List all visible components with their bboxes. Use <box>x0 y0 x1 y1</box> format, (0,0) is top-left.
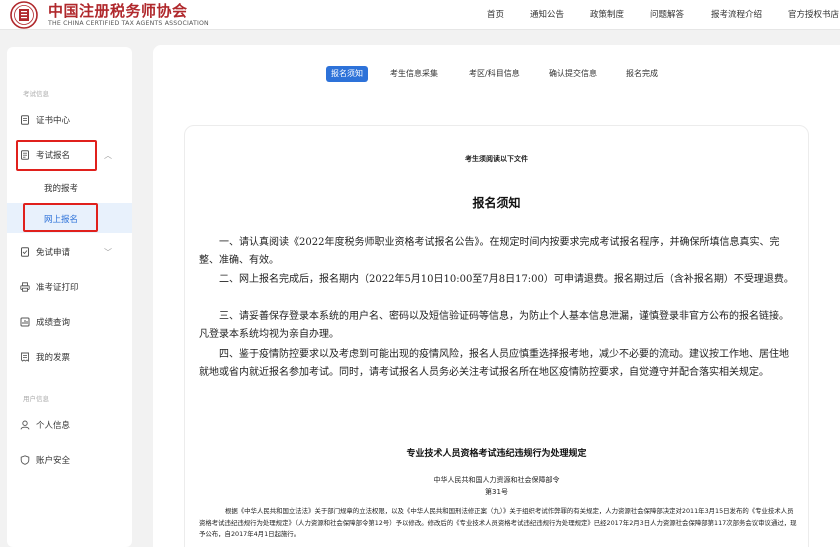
highlight-box-online-register <box>23 203 98 232</box>
nav-home[interactable]: 首页 <box>487 8 504 20</box>
notice-document: 考生须阅读以下文件 报名须知 一、请认真阅读《2022年度税务师职业资格考试报名… <box>184 125 809 547</box>
nav-process[interactable]: 报考流程介绍 <box>711 8 762 20</box>
tab-complete[interactable]: 报名完成 <box>621 66 663 82</box>
sidebar-item-label: 准考证打印 <box>36 283 79 293</box>
notice-paragraph: 三、请妥善保存登录本系统的用户名、密码以及短信验证码等信息，为防止个人基本信息泄… <box>199 311 789 340</box>
notice-paragraph: 四、鉴于疫情防控要求以及考虑到可能出现的疫情风险，报名人员应慎重选择报考地，减少… <box>199 349 789 378</box>
exemption-icon <box>20 247 30 257</box>
tab-candidate-info[interactable]: 考生信息采集 <box>385 66 443 82</box>
notice-paragraph: 二、网上报名完成后，报名期内（2022年5月10日10:00至7月8日17:00… <box>219 274 794 285</box>
tab-confirm-submit[interactable]: 确认提交信息 <box>544 66 602 82</box>
user-icon <box>20 420 30 430</box>
rule-issuer: 中华人民共和国人力资源和社会保障部令 <box>433 476 560 484</box>
invoice-icon <box>20 352 30 362</box>
shield-icon <box>20 455 30 465</box>
certificate-icon <box>20 115 30 125</box>
sidebar-item-my-invoice[interactable]: 我的发票 <box>10 346 122 368</box>
sidebar-item-label: 成绩查询 <box>36 318 71 328</box>
sidebar-item-label: 账户安全 <box>36 456 71 466</box>
rule-number: 第31号 <box>485 488 508 496</box>
nav-notices[interactable]: 通知公告 <box>530 8 564 20</box>
sidebar-item-score-query[interactable]: 成绩查询 <box>10 311 122 333</box>
document-title: 报名须知 <box>472 196 521 210</box>
main-panel: 报名须知 考生信息采集 考区/科目信息 确认提交信息 报名完成 考生须阅读以下文… <box>153 45 840 547</box>
brand-name-cn: 中国注册税务师协会 <box>48 2 188 20</box>
chevron-up-icon: ︿ <box>104 151 112 160</box>
brand-name-en: THE CHINA CERTIFIED TAX AGENTS ASSOCIATI… <box>48 20 209 27</box>
nav-policies[interactable]: 政策制度 <box>590 8 624 20</box>
sidebar-item-label: 证书中心 <box>36 116 71 126</box>
notice-paragraph: 一、请认真阅读《2022年度税务师职业资格考试报名公告》。在规定时间内按要求完成… <box>199 237 780 266</box>
tab-notice[interactable]: 报名须知 <box>326 66 368 82</box>
score-icon <box>20 317 30 327</box>
chevron-down-icon: ﹀ <box>104 248 112 257</box>
document-subtitle: 考生须阅读以下文件 <box>465 155 528 163</box>
print-icon <box>20 282 30 292</box>
rule-body: 根据《中华人民共和国立法法》关于部门规章的立法权限，以及《中华人民共和国刑法修正… <box>199 507 797 538</box>
sidebar-section-exam: 考试信息 <box>23 90 49 98</box>
nav-faq[interactable]: 问题解答 <box>650 8 684 20</box>
sidebar-subitem-my-registration[interactable]: 我的报考 <box>44 182 78 194</box>
rule-title: 专业技术人员资格考试违纪违规行为处理规定 <box>406 449 587 459</box>
sidebar-section-user: 用户信息 <box>23 395 49 403</box>
sidebar-item-label: 个人信息 <box>36 421 71 431</box>
tab-exam-area[interactable]: 考区/科目信息 <box>464 66 525 82</box>
association-logo <box>10 1 38 29</box>
sidebar-item-label: 我的发票 <box>36 353 71 363</box>
sidebar-item-account-security[interactable]: 账户安全 <box>10 449 122 471</box>
sidebar-item-exemption[interactable]: 免试申请 ﹀ <box>10 241 122 263</box>
highlight-box-exam-register <box>16 140 97 171</box>
sidebar-item-personal-info[interactable]: 个人信息 <box>10 414 122 436</box>
top-header: 中国注册税务师协会 THE CHINA CERTIFIED TAX AGENTS… <box>0 0 840 30</box>
sidebar-item-cert-center[interactable]: 证书中心 <box>10 109 122 131</box>
sidebar-item-label: 免试申请 <box>36 248 71 258</box>
sidebar-item-admission-print[interactable]: 准考证打印 <box>10 276 122 298</box>
nav-bookstore[interactable]: 官方授权书店 <box>788 8 839 20</box>
